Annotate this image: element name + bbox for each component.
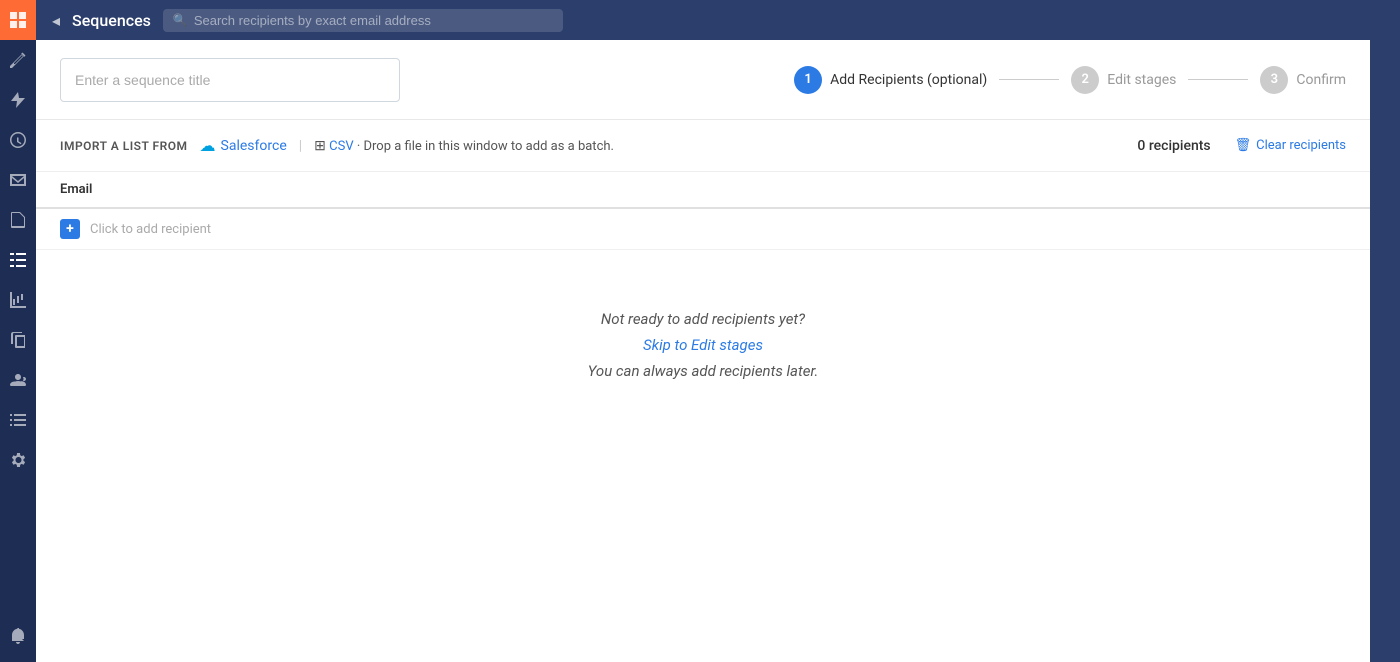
modal-header: 1 Add Recipients (optional) 2 Edit stage… [36,40,1370,120]
empty-state-line3: You can always add recipients later. [588,362,819,380]
import-divider: | [299,138,302,154]
search-icon: 🔍 [173,13,188,27]
topbar: ◂ Sequences 🔍 [36,0,1400,40]
add-icon: + [60,219,80,239]
modal-body: IMPORT A LIST FROM ☁ Salesforce | ⊞ CSV … [36,120,1370,662]
add-recipient-row[interactable]: + Click to add recipient [36,208,1370,250]
search-input[interactable] [194,13,553,28]
step-3-label: Confirm [1296,72,1346,88]
sidebar-item-clock[interactable] [0,122,36,158]
app-logo[interactable] [0,0,36,40]
step-3-circle: 3 [1260,66,1288,94]
table-head: Email [36,172,1370,208]
step-divider-2-3 [1188,79,1248,80]
sidebar-item-sequences[interactable] [0,242,36,278]
recipients-table-area: Email + Click to add recipient [36,172,1370,662]
step-2-circle: 2 [1071,66,1099,94]
csv-grid-icon: ⊞ [314,138,326,154]
import-row: IMPORT A LIST FROM ☁ Salesforce | ⊞ CSV … [36,120,1370,172]
email-column-header: Email [36,172,1370,208]
empty-state: Not ready to add recipients yet? Skip to… [36,250,1370,440]
sidebar-item-lightning[interactable] [0,82,36,118]
add-recipient-placeholder: Click to add recipient [90,222,211,237]
import-label: IMPORT A LIST FROM [60,139,188,153]
step-2[interactable]: 2 Edit stages [1071,66,1176,94]
search-bar[interactable]: 🔍 [163,9,563,32]
recipients-table: Email + Click to add recipient [36,172,1370,250]
sequence-title-input[interactable] [60,58,400,102]
sidebar-item-document[interactable] [0,202,36,238]
step-1: 1 Add Recipients (optional) [794,66,987,94]
modal: 1 Add Recipients (optional) 2 Edit stage… [36,40,1370,662]
sidebar-item-copy[interactable] [0,322,36,358]
step-divider-1-2 [999,79,1059,80]
skip-to-edit-stages-link[interactable]: Skip to Edit stages [643,336,763,354]
step-3[interactable]: 3 Confirm [1260,66,1346,94]
sidebar-item-notifications[interactable] [0,618,36,654]
sidebar-item-list[interactable] [0,402,36,438]
empty-state-line1: Not ready to add recipients yet? [601,310,805,328]
step-1-circle: 1 [794,66,822,94]
sidebar-item-settings[interactable] [0,442,36,478]
stepper: 1 Add Recipients (optional) 2 Edit stage… [794,66,1346,94]
csv-import-button[interactable]: CSV [329,139,353,154]
step-1-label: Add Recipients (optional) [830,72,987,88]
sidebar [0,0,36,662]
table-header-row: Email [36,172,1370,208]
add-recipient-button[interactable]: + Click to add recipient [60,219,1346,239]
table-body: + Click to add recipient [36,208,1370,250]
sidebar-item-team[interactable] [0,362,36,398]
step-2-label: Edit stages [1107,72,1176,88]
clear-recipients-button[interactable]: 🗑 Clear recipients [1235,138,1346,153]
sidebar-item-compose[interactable] [0,42,36,78]
collapse-sidebar-button[interactable]: ◂ [52,11,60,30]
page-title: Sequences [72,11,151,30]
sidebar-item-analytics[interactable] [0,282,36,318]
csv-import-area: ⊞ CSV · Drop a file in this window to ad… [314,138,614,154]
trash-icon: 🗑 [1235,138,1252,153]
sidebar-item-email[interactable] [0,162,36,198]
recipients-count: 0 recipients [1137,138,1210,154]
salesforce-import-button[interactable]: ☁ Salesforce [200,136,287,155]
salesforce-icon: ☁ [200,136,216,155]
